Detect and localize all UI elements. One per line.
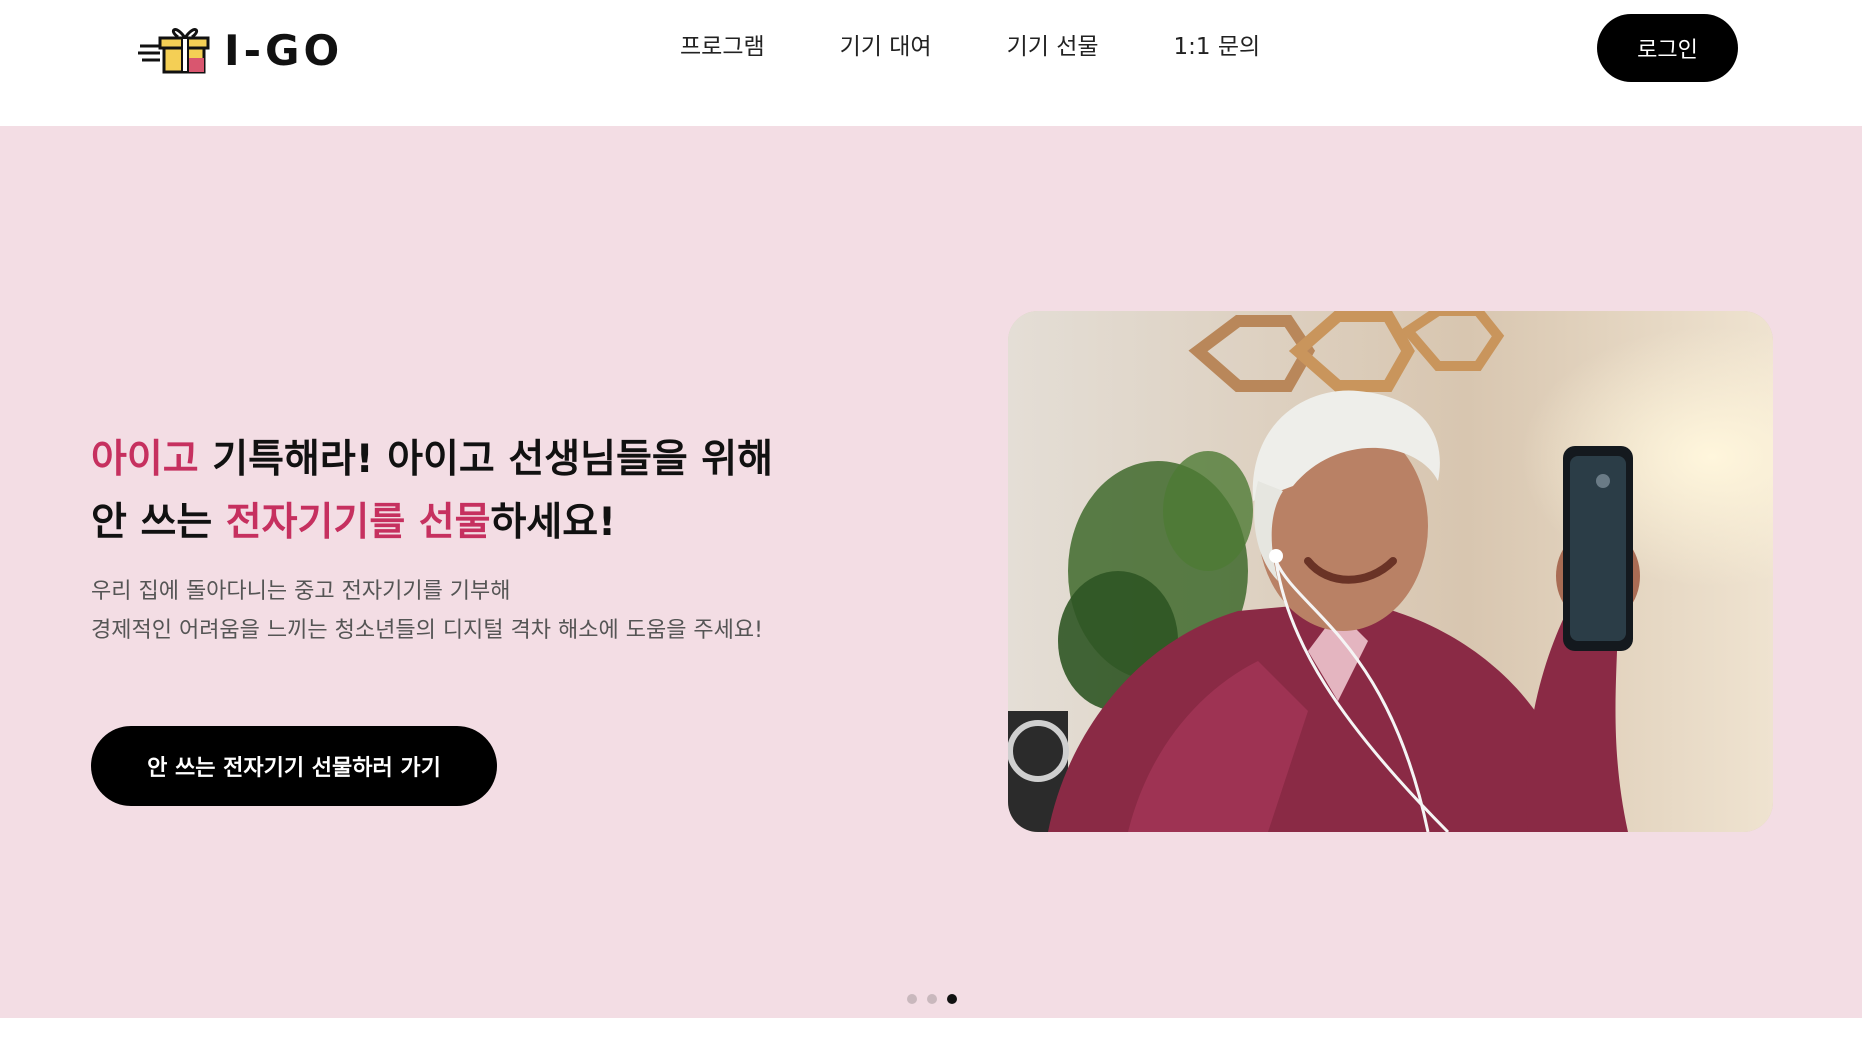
hero-photo: [1008, 311, 1773, 832]
carousel-indicator: [907, 994, 957, 1004]
nav-item-inquiry[interactable]: 1:1 문의: [1174, 30, 1261, 64]
hero-description-line1: 우리 집에 돌아다니는 중고 전자기기를 기부해: [91, 579, 511, 604]
logo-text: I-GO: [224, 25, 344, 75]
nav-item-device-gift[interactable]: 기기 선물: [1007, 30, 1099, 64]
page-bottom: [0, 1018, 1862, 1047]
logo[interactable]: I-GO: [138, 20, 343, 80]
carousel-dot-2[interactable]: [927, 994, 937, 1004]
hero-headline: 아이고 기특해라! 아이고 선생님들을 위해 안 쓰는 전자기기를 선물하세요!: [91, 428, 773, 554]
headline-accent-aigo: 아이고: [91, 437, 199, 482]
elderly-woman-phone-image: [1008, 311, 1773, 832]
headline-line2-end: 하세요!: [490, 500, 616, 545]
hero-description-line2: 경제적인 어려움을 느끼는 청소년들의 디지털 격차 해소에 도움을 주세요!: [91, 618, 763, 643]
carousel-dot-1[interactable]: [907, 994, 917, 1004]
login-button[interactable]: 로그인: [1597, 14, 1738, 82]
headline-line1-rest: 기특해라! 아이고 선생님들을 위해: [198, 437, 774, 482]
headline-line2-start: 안 쓰는: [91, 500, 226, 545]
main-nav: 프로그램 기기 대여 기기 선물 1:1 문의: [680, 30, 1335, 64]
gift-device-cta-button[interactable]: 안 쓰는 전자기기 선물하러 가기: [91, 726, 497, 806]
headline-accent-gift: 전자기기를 선물: [225, 500, 491, 545]
hero-description: 우리 집에 돌아다니는 중고 전자기기를 기부해 경제적인 어려움을 느끼는 청…: [91, 572, 763, 650]
hero-banner: 아이고 기특해라! 아이고 선생님들을 위해 안 쓰는 전자기기를 선물하세요!…: [0, 126, 1862, 1018]
nav-item-device-rental[interactable]: 기기 대여: [840, 30, 932, 64]
site-header: I-GO 프로그램 기기 대여 기기 선물 1:1 문의 로그인: [0, 0, 1862, 126]
gift-box-icon: [138, 20, 214, 80]
carousel-dot-3[interactable]: [947, 994, 957, 1004]
nav-item-program[interactable]: 프로그램: [680, 30, 765, 64]
